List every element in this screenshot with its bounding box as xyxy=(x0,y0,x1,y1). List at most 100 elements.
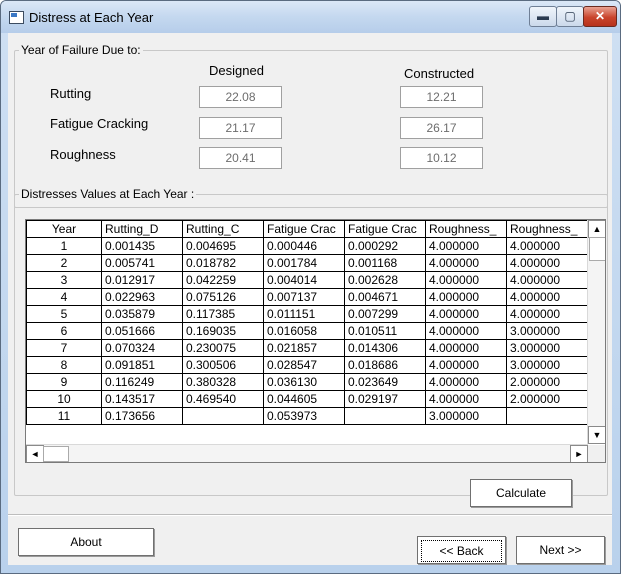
value-cell[interactable]: 4.000000 xyxy=(425,339,507,357)
value-cell[interactable]: 0.001435 xyxy=(101,237,183,255)
roughness-designed-field[interactable]: 20.41 xyxy=(199,147,282,169)
value-cell[interactable]: 4.000000 xyxy=(425,288,507,306)
year-cell[interactable]: 6 xyxy=(26,322,102,340)
value-cell[interactable]: 0.011151 xyxy=(263,305,345,323)
value-cell[interactable]: 3.000000 xyxy=(506,339,588,357)
about-button[interactable]: About xyxy=(18,528,154,556)
table-row[interactable]: 10 0.143517 0.469540 0.044605 0.029197 4.0000… xyxy=(26,390,588,408)
column-header-rutting-d[interactable]: Rutting_D xyxy=(101,220,183,238)
table-row[interactable]: 2 0.005741 0.018782 0.001784 0.001168 4.00000… xyxy=(26,254,588,272)
vertical-scrollbar[interactable]: ▲ ▼ xyxy=(587,220,605,444)
value-cell[interactable]: 4.000000 xyxy=(425,390,507,408)
value-cell[interactable]: 0.005741 xyxy=(101,254,183,272)
value-cell[interactable]: 0.053973 xyxy=(263,407,345,425)
value-cell[interactable]: 0.036130 xyxy=(263,373,345,391)
value-cell[interactable]: 0.300506 xyxy=(182,356,264,374)
value-cell[interactable]: 4.000000 xyxy=(425,373,507,391)
value-cell[interactable]: 4.000000 xyxy=(425,322,507,340)
roughness-constructed-field[interactable]: 10.12 xyxy=(400,147,483,169)
column-header-rutting-c[interactable]: Rutting_C xyxy=(182,220,264,238)
value-cell[interactable]: 0.022963 xyxy=(101,288,183,306)
value-cell[interactable]: 0.051666 xyxy=(101,322,183,340)
column-header-fatigue-d[interactable]: Fatigue Crac xyxy=(263,220,345,238)
value-cell[interactable]: 4.000000 xyxy=(506,305,588,323)
value-cell[interactable]: 0.007137 xyxy=(263,288,345,306)
rutting-designed-field[interactable]: 22.08 xyxy=(199,86,282,108)
value-cell[interactable]: 0.016058 xyxy=(263,322,345,340)
value-cell[interactable]: 0.035879 xyxy=(101,305,183,323)
value-cell[interactable]: 0.042259 xyxy=(182,271,264,289)
fatigue-constructed-field[interactable]: 26.17 xyxy=(400,117,483,139)
back-button[interactable]: << Back xyxy=(417,536,506,564)
value-cell[interactable]: 0.143517 xyxy=(101,390,183,408)
value-cell[interactable]: 0.007299 xyxy=(344,305,426,323)
value-cell[interactable]: 0.029197 xyxy=(344,390,426,408)
value-cell[interactable]: 2.000000 xyxy=(506,390,588,408)
value-cell[interactable]: 0.070324 xyxy=(101,339,183,357)
value-cell[interactable]: 3.000000 xyxy=(506,322,588,340)
vertical-scroll-thumb[interactable] xyxy=(589,237,605,261)
value-cell[interactable]: 4.000000 xyxy=(425,356,507,374)
table-row[interactable]: 3 0.012917 0.042259 0.004014 0.002628 4.00000… xyxy=(26,271,588,289)
column-header-year[interactable]: Year xyxy=(26,220,102,238)
close-button[interactable]: ✕ xyxy=(583,6,617,27)
year-cell[interactable]: 7 xyxy=(26,339,102,357)
fatigue-designed-field[interactable]: 21.17 xyxy=(199,117,282,139)
value-cell[interactable]: 0.116249 xyxy=(101,373,183,391)
value-cell[interactable]: 0.028547 xyxy=(263,356,345,374)
table-row[interactable]: 7 0.070324 0.230075 0.021857 0.014306 4.00000… xyxy=(26,339,588,357)
value-cell[interactable]: 0.018686 xyxy=(344,356,426,374)
table-row[interactable]: 9 0.116249 0.380328 0.036130 0.023649 4.00000… xyxy=(26,373,588,391)
value-cell[interactable]: 0.380328 xyxy=(182,373,264,391)
scroll-down-button[interactable]: ▼ xyxy=(588,426,605,444)
value-cell[interactable]: 0.001784 xyxy=(263,254,345,272)
distress-grid[interactable]: Year Rutting_D Rutting_C Fatigue Crac Fa… xyxy=(25,219,606,463)
value-cell[interactable]: 4.000000 xyxy=(425,254,507,272)
value-cell[interactable]: 4.000000 xyxy=(425,271,507,289)
year-cell[interactable]: 2 xyxy=(26,254,102,272)
column-header-roughness-d[interactable]: Roughness_ xyxy=(425,220,507,238)
maximize-button[interactable]: ▢ xyxy=(556,6,584,27)
horizontal-scroll-thumb[interactable] xyxy=(43,446,69,462)
value-cell[interactable]: 0.010511 xyxy=(344,322,426,340)
calculate-button[interactable]: Calculate xyxy=(470,479,572,507)
value-cell[interactable]: 0.023649 xyxy=(344,373,426,391)
value-cell[interactable]: 0.230075 xyxy=(182,339,264,357)
value-cell[interactable]: 4.000000 xyxy=(506,237,588,255)
horizontal-scrollbar[interactable]: ◄ ► xyxy=(26,444,588,462)
value-cell[interactable]: 0.117385 xyxy=(182,305,264,323)
scroll-up-button[interactable]: ▲ xyxy=(588,220,605,238)
year-cell[interactable]: 9 xyxy=(26,373,102,391)
year-cell[interactable]: 5 xyxy=(26,305,102,323)
table-row[interactable]: 1 0.001435 0.004695 0.000446 0.000292 4.00000… xyxy=(26,237,588,255)
value-cell[interactable]: 0.004695 xyxy=(182,237,264,255)
year-cell[interactable]: 3 xyxy=(26,271,102,289)
table-row[interactable]: 5 0.035879 0.117385 0.011151 0.007299 4.00000… xyxy=(26,305,588,323)
year-cell[interactable]: 1 xyxy=(26,237,102,255)
value-cell[interactable] xyxy=(182,407,264,425)
rutting-constructed-field[interactable]: 12.21 xyxy=(400,86,483,108)
value-cell[interactable]: 4.000000 xyxy=(506,271,588,289)
value-cell[interactable]: 0.091851 xyxy=(101,356,183,374)
value-cell[interactable]: 0.000446 xyxy=(263,237,345,255)
year-cell[interactable]: 10 xyxy=(26,390,102,408)
value-cell[interactable]: 4.000000 xyxy=(506,288,588,306)
table-row[interactable]: 4 0.022963 0.075126 0.007137 0.004671 4.00000… xyxy=(26,288,588,306)
column-header-fatigue-c[interactable]: Fatigue Crac xyxy=(344,220,426,238)
value-cell[interactable]: 3.000000 xyxy=(425,407,507,425)
year-cell[interactable]: 4 xyxy=(26,288,102,306)
value-cell[interactable]: 0.169035 xyxy=(182,322,264,340)
table-row[interactable]: 8 0.091851 0.300506 0.028547 0.018686 4.00000… xyxy=(26,356,588,374)
value-cell[interactable]: 3.000000 xyxy=(506,356,588,374)
table-row[interactable]: 6 0.051666 0.169035 0.016058 0.010511 4.00000… xyxy=(26,322,588,340)
value-cell[interactable]: 0.173656 xyxy=(101,407,183,425)
column-header-roughness-c[interactable]: Roughness_ xyxy=(506,220,588,238)
value-cell[interactable]: 2.000000 xyxy=(506,373,588,391)
value-cell[interactable]: 0.018782 xyxy=(182,254,264,272)
value-cell[interactable]: 0.004671 xyxy=(344,288,426,306)
value-cell[interactable]: 0.021857 xyxy=(263,339,345,357)
value-cell[interactable]: 4.000000 xyxy=(425,237,507,255)
value-cell[interactable]: 0.004014 xyxy=(263,271,345,289)
minimize-button[interactable]: ▬ xyxy=(529,6,557,27)
scroll-left-button[interactable]: ◄ xyxy=(26,445,44,462)
